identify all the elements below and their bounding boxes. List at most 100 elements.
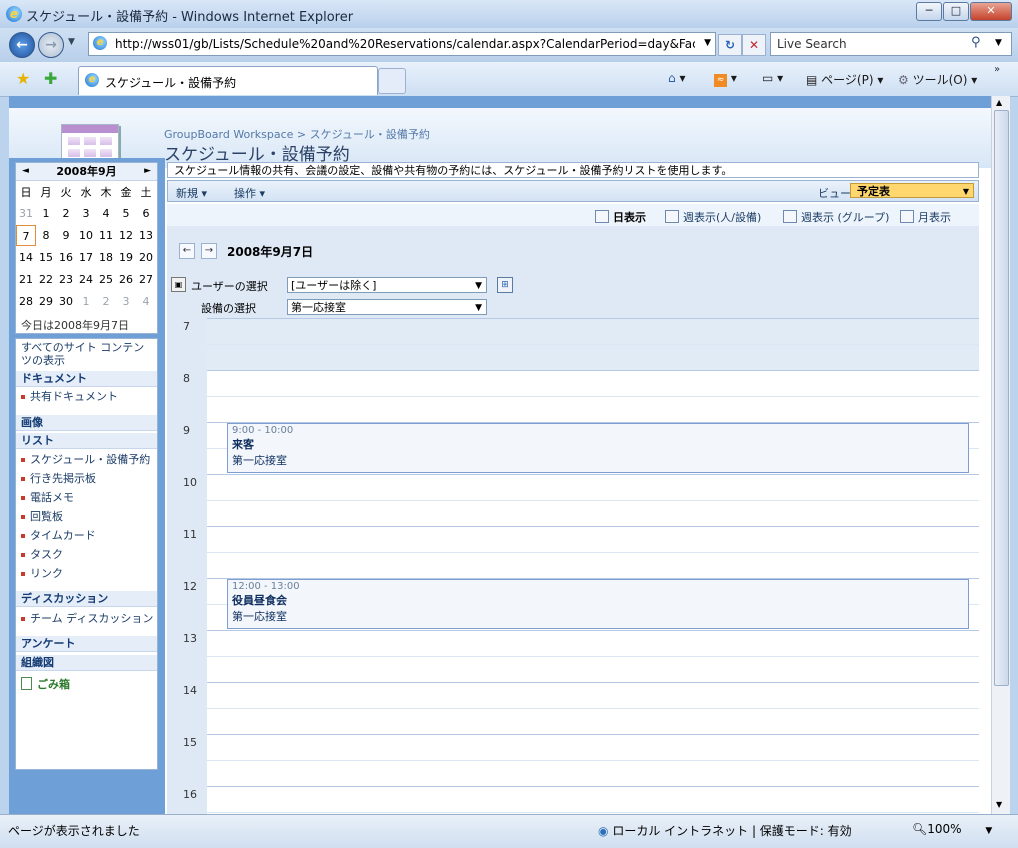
hour-row[interactable]: 12 12:00 - 13:00 役員昼食会 第一応接室 [171,578,979,631]
hour-row[interactable]: 10 [171,474,979,527]
prev-month-icon[interactable]: ◄ [22,163,29,180]
hour-slot[interactable]: 9:00 - 10:00 来客 第一応接室 [207,422,979,475]
ql-heading-surveys[interactable]: アンケート [16,636,157,652]
calendar-day[interactable]: 3 [76,203,96,224]
page-menu[interactable]: ▤ ページ(P) ▾ [806,71,883,88]
hour-slot[interactable] [207,474,979,527]
address-url[interactable]: http://wss01/gb/Lists/Schedule%20and%20R… [115,37,695,51]
address-dropdown-icon[interactable]: ▼ [704,38,711,48]
tools-menu[interactable]: ⚙ ツール(O) ▾ [898,71,977,88]
vertical-scrollbar[interactable]: ▲ ▼ [991,96,1010,814]
calendar-day[interactable]: 29 [36,291,56,312]
calendar-day[interactable]: 28 [16,291,36,312]
calendar-day[interactable]: 5 [116,203,136,224]
calendar-day[interactable]: 19 [116,247,136,268]
calendar-day[interactable]: 15 [36,247,56,268]
calendar-day[interactable]: 26 [116,269,136,290]
next-month-icon[interactable]: ► [144,163,151,180]
search-dropdown-icon[interactable]: ▼ [995,38,1002,48]
calendar-day[interactable]: 12 [116,225,136,246]
facility-select[interactable]: 第一応接室 ▼ [287,299,487,315]
calendar-day[interactable]: 1 [76,291,96,312]
refresh-button[interactable]: ↻ [718,34,742,56]
recycle-bin-link[interactable]: ごみ箱 [21,677,70,693]
tab-active[interactable]: e スケジュール・設備予約 [78,66,378,95]
calendar-day[interactable]: 4 [136,291,156,312]
scroll-up-icon[interactable]: ▲ [996,98,1002,107]
security-zone[interactable]: ◉ ローカル イントラネット | 保護モード: 有効 [598,822,852,839]
forward-button[interactable]: → [38,32,64,58]
print-button[interactable]: ▭ ▾ [762,71,783,85]
calendar-day[interactable]: 10 [76,225,96,246]
hour-row[interactable]: 11 [171,526,979,579]
calendar-day[interactable]: 2 [96,291,116,312]
calendar-day[interactable]: 4 [96,203,116,224]
calendar-day[interactable]: 20 [136,247,156,268]
ql-heading-lists[interactable]: リスト [16,433,157,449]
calendar-day[interactable]: 23 [56,269,76,290]
scroll-down-icon[interactable]: ▼ [996,800,1002,809]
view-week-group-link[interactable]: 週表示 (グループ) [783,209,889,225]
calendar-day[interactable]: 14 [16,247,36,268]
search-input[interactable]: Live Search [777,37,847,51]
calendar-day[interactable]: 17 [76,247,96,268]
calendar-event[interactable]: 9:00 - 10:00 来客 第一応接室 [227,423,969,473]
ql-heading-discussions[interactable]: ディスカッション [16,591,157,607]
close-button[interactable]: ✕ [970,2,1012,21]
calendar-day-today[interactable]: 7 [16,225,36,246]
minimize-button[interactable]: ─ [916,2,942,21]
ql-heading-pictures[interactable]: 画像 [16,415,157,431]
hour-slot[interactable]: 12:00 - 13:00 役員昼食会 第一応接室 [207,578,979,631]
ql-item-list[interactable]: 行き先掲示板 [21,471,96,487]
ql-item-shared-documents[interactable]: 共有ドキュメント [21,389,118,405]
event-title[interactable]: 来客 [232,436,964,452]
search-box[interactable]: Live Search ⚲ ▼ [770,32,1012,56]
hour-row[interactable]: 13 [171,630,979,683]
search-icon[interactable]: ⚲ [971,35,981,50]
ql-item-list[interactable]: 回覧板 [21,509,63,525]
view-month-link[interactable]: 月表示 [900,209,951,225]
ql-item-list[interactable]: 電話メモ [21,490,74,506]
calendar-day[interactable]: 2 [56,203,76,224]
home-button[interactable]: ⌂ ▾ [668,71,685,85]
hour-slot[interactable] [207,370,979,423]
ql-item-list[interactable]: リンク [21,566,63,582]
calendar-day[interactable]: 21 [16,269,36,290]
chevron-more-icon[interactable]: » [994,64,1000,75]
view-week-person-link[interactable]: 週表示(人/設備) [665,209,761,225]
calendar-day[interactable]: 22 [36,269,56,290]
event-title[interactable]: 役員昼食会 [232,592,964,608]
add-favorites-icon[interactable]: ✚ [44,69,57,88]
back-button[interactable]: ← [9,32,35,58]
feeds-button[interactable]: ≈ ▾ [714,71,737,87]
hour-row[interactable]: 7 [171,318,979,371]
ql-item-list[interactable]: タイムカード [21,528,96,544]
calendar-day[interactable]: 1 [36,203,56,224]
view-day-link[interactable]: 日表示 [595,209,646,225]
calendar-day[interactable]: 8 [36,225,56,246]
ql-item-list[interactable]: スケジュール・設備予約 [21,452,150,468]
user-select[interactable]: [ユーザーは除く] ▼ [287,277,487,293]
stop-button[interactable]: ✕ [742,34,766,56]
calendar-day[interactable]: 27 [136,269,156,290]
calendar-day[interactable]: 11 [96,225,116,246]
hour-slot[interactable] [207,786,979,814]
today-text[interactable]: 今日は2008年9月7日 [21,317,129,333]
hour-row[interactable]: 16 [171,786,979,814]
zoom-control[interactable]: 🔍︎100% ▼ [912,822,992,836]
view-all-site-content-link[interactable]: すべてのサイト コンテンツの表示 [21,341,151,367]
ql-item-list[interactable]: タスク [21,547,63,563]
scroll-thumb[interactable] [994,110,1009,686]
calendar-day[interactable]: 24 [76,269,96,290]
hour-slot[interactable] [207,682,979,735]
calendar-day[interactable]: 3 [116,291,136,312]
ql-heading-documents[interactable]: ドキュメント [16,371,157,387]
address-bar[interactable]: e http://wss01/gb/Lists/Schedule%20and%2… [88,32,716,56]
prev-day-button[interactable]: ← [179,243,195,259]
history-dropdown-icon[interactable]: ▼ [68,37,75,47]
calendar-day[interactable]: 25 [96,269,116,290]
calendar-day[interactable]: 9 [56,225,76,246]
calendar-event[interactable]: 12:00 - 13:00 役員昼食会 第一応接室 [227,579,969,629]
ql-heading-org-chart[interactable]: 組織図 [16,655,157,671]
favorites-star-icon[interactable]: ★ [16,69,30,88]
